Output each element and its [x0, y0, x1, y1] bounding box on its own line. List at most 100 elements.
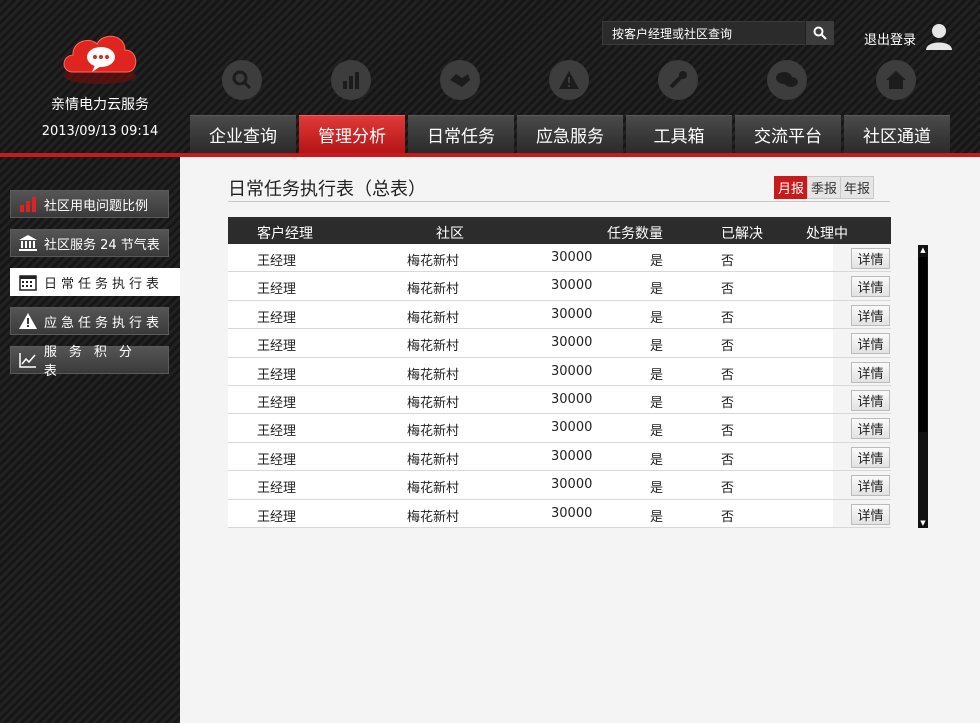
search-icon[interactable] [222, 60, 262, 100]
tab-daily-tasks[interactable]: 日常任务 [408, 115, 514, 153]
period-tabs: 月报 季报 年报 [774, 176, 875, 199]
cell-community: 梅花新村 [407, 395, 460, 411]
table-row: 王经理 梅花新村 30000 是 否 详情 [228, 442, 891, 472]
page-title: 日常任务执行表（总表） [228, 179, 426, 200]
warning-icon[interactable] [549, 60, 589, 100]
cell-task-count: 30000 [551, 420, 593, 436]
row-background [228, 442, 833, 471]
sidebar: 社区用电问题比例 社区服务 24 节气表 日常任务执行表 应急任务执行表 服务积… [0, 157, 180, 723]
detail-button[interactable]: 详情 [851, 248, 890, 269]
logout-link[interactable]: 退出登录 [864, 29, 916, 48]
tab-community-channel[interactable]: 社区通道 [844, 115, 950, 153]
cell-resolved: 是 [650, 339, 664, 355]
header-task-count: 任务数量 [607, 226, 663, 242]
cell-manager: 王经理 [257, 424, 297, 440]
tab-quarterly[interactable]: 季报 [807, 176, 842, 199]
cell-task-count: 30000 [551, 505, 593, 521]
scroll-thumb[interactable] [919, 257, 927, 432]
search-box[interactable]: 按客户经理或社区查询 [602, 21, 834, 45]
detail-button[interactable]: 详情 [851, 475, 890, 497]
tab-exchange-platform[interactable]: 交流平台 [735, 115, 841, 153]
search-input[interactable]: 按客户经理或社区查询 [603, 25, 805, 42]
detail-button[interactable]: 详情 [851, 276, 890, 298]
cell-processing: 否 [721, 367, 735, 383]
detail-button[interactable]: 详情 [851, 333, 890, 355]
cell-community: 梅花新村 [407, 452, 460, 468]
sidebar-item-problem-ratio[interactable]: 社区用电问题比例 [10, 190, 169, 218]
scroll-up-arrow[interactable]: ▲ [918, 245, 928, 255]
user-icon[interactable] [924, 22, 954, 50]
cell-task-count: 30000 [551, 250, 593, 265]
cell-task-count: 30000 [551, 306, 593, 322]
home-icon[interactable] [876, 60, 916, 100]
cell-manager: 王经理 [257, 509, 297, 525]
row-background [228, 499, 833, 527]
cell-community: 梅花新村 [407, 310, 460, 326]
detail-button[interactable]: 详情 [851, 418, 890, 440]
cell-task-count: 30000 [551, 278, 593, 294]
row-background [228, 329, 833, 357]
cell-processing: 否 [721, 509, 735, 525]
header-processing: 处理中 [806, 226, 848, 242]
cell-task-count: 30000 [551, 448, 593, 464]
main-content: 日常任务执行表（总表） 月报 季报 年报 客户经理 社区 任务数量 已解决 处理… [180, 157, 980, 723]
row-background [228, 385, 833, 414]
cell-task-count: 30000 [551, 477, 593, 493]
cell-task-count: 30000 [551, 363, 593, 379]
cell-resolved: 是 [650, 452, 664, 468]
cell-manager: 王经理 [257, 481, 297, 497]
cell-processing: 否 [721, 254, 735, 269]
tab-emergency-service[interactable]: 应急服务 [517, 115, 623, 153]
sidebar-item-label: 社区用电问题比例 [44, 198, 149, 214]
tab-toolbox[interactable]: 工具箱 [626, 115, 732, 153]
table-row: 王经理 梅花新村 30000 是 否 详情 [228, 471, 891, 500]
tab-enterprise-query[interactable]: 企业查询 [190, 115, 296, 153]
scrollbar[interactable]: ▲ ▼ [918, 245, 928, 528]
sidebar-item-solar-terms[interactable]: 社区服务 24 节气表 [10, 229, 169, 257]
cell-resolved: 是 [650, 424, 664, 440]
warning-icon [18, 312, 38, 330]
cell-manager: 王经理 [257, 254, 297, 269]
tab-monthly[interactable]: 月报 [774, 176, 809, 199]
sidebar-item-service-points[interactable]: 服务积分表 [10, 345, 169, 379]
scroll-down-arrow[interactable]: ▼ [918, 518, 928, 528]
cell-manager: 王经理 [257, 395, 297, 411]
bank-icon [18, 234, 38, 252]
cell-manager: 王经理 [257, 282, 297, 298]
sidebar-item-label: 社区服务 24 节气表 [44, 237, 160, 253]
table-row: 王经理 梅花新村 30000 是 否 详情 [228, 300, 891, 330]
handshake-icon[interactable] [440, 60, 480, 100]
row-background [228, 244, 833, 272]
nav-icon-row [190, 60, 950, 110]
main-nav: 企业查询 管理分析 日常任务 应急服务 工具箱 交流平台 社区通道 [190, 115, 953, 153]
wrench-icon[interactable] [658, 60, 698, 100]
cell-community: 梅花新村 [407, 509, 460, 525]
detail-button[interactable]: 详情 [851, 446, 890, 468]
detail-button[interactable]: 详情 [851, 361, 890, 383]
search-button[interactable] [805, 21, 833, 45]
row-background [228, 414, 833, 442]
table-row: 王经理 梅花新村 30000 是 否 详情 [228, 329, 891, 358]
cell-manager: 王经理 [257, 339, 297, 355]
row-background [228, 272, 833, 300]
table-row: 王经理 梅花新村 30000 是 否 详情 [228, 385, 891, 415]
chat-bubbles-icon[interactable] [767, 60, 807, 100]
bar-chart-icon[interactable] [331, 60, 371, 100]
title-divider [228, 201, 890, 202]
tab-management-analysis[interactable]: 管理分析 [299, 115, 405, 153]
sidebar-item-label: 应急任务执行表 [44, 315, 164, 331]
cell-processing: 否 [721, 424, 735, 440]
cell-processing: 否 [721, 481, 735, 497]
row-background [228, 300, 833, 329]
table-header: 客户经理 社区 任务数量 已解决 处理中 [228, 217, 891, 244]
detail-button[interactable]: 详情 [851, 503, 890, 525]
detail-button[interactable]: 详情 [851, 389, 890, 411]
sidebar-item-daily-task-table[interactable]: 日常任务执行表 [10, 268, 180, 296]
datetime: 2013/09/13 09:14 [41, 124, 159, 139]
cell-manager: 王经理 [257, 310, 297, 326]
tab-yearly[interactable]: 年报 [840, 176, 875, 199]
detail-button[interactable]: 详情 [851, 304, 890, 326]
sidebar-item-emergency-task-table[interactable]: 应急任务执行表 [10, 307, 169, 335]
cell-community: 梅花新村 [407, 481, 460, 497]
cloud-chat-icon[interactable] [59, 28, 141, 86]
